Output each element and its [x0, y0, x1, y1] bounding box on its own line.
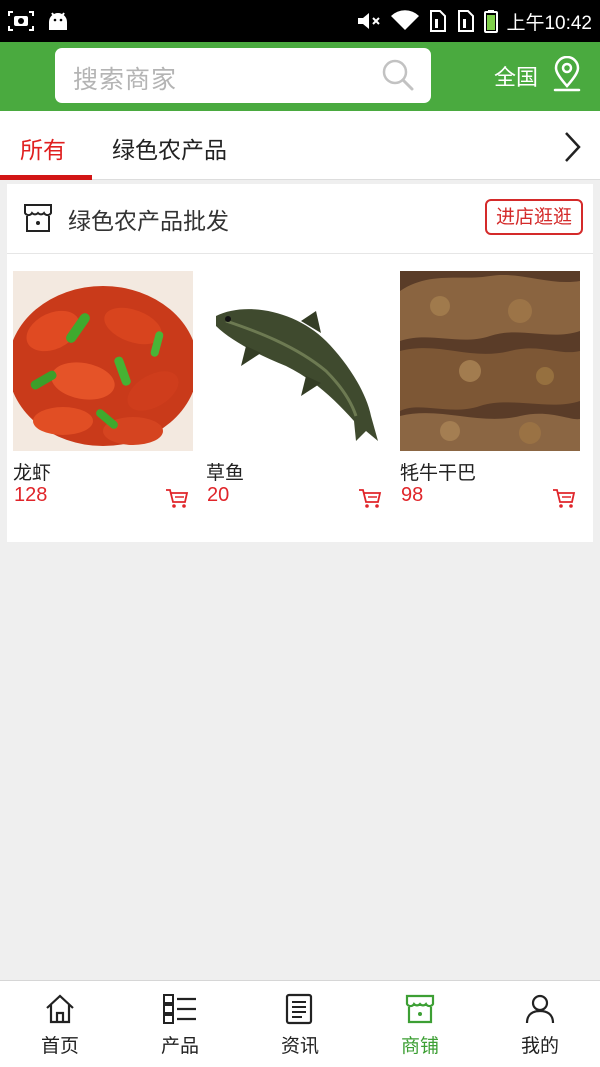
chevron-right-icon[interactable] — [562, 130, 582, 168]
product-name: 龙虾 — [13, 462, 52, 484]
enter-shop-button[interactable]: 进店逛逛 — [485, 199, 583, 235]
store-icon — [22, 202, 54, 238]
cart-icon[interactable] — [165, 488, 189, 514]
category-tabs: 所有 绿色农产品 — [0, 111, 600, 180]
nav-profile[interactable]: 我的 — [480, 981, 600, 1067]
nav-label: 商铺 — [400, 1035, 439, 1057]
product-image-crayfish[interactable] — [13, 271, 193, 451]
tab-all[interactable]: 所有 — [20, 131, 66, 165]
cart-icon[interactable] — [552, 488, 576, 514]
search-input[interactable]: 搜索商家 — [55, 48, 431, 103]
nav-label: 我的 — [520, 1035, 559, 1057]
active-tab-indicator — [0, 175, 92, 180]
bottom-nav: 首页 产品 资讯 商铺 我的 — [0, 980, 600, 1067]
nav-products[interactable]: 产品 — [120, 981, 240, 1067]
tab-green-agri[interactable]: 绿色农产品 — [112, 131, 227, 165]
status-bar: 上午10:42 — [0, 0, 600, 42]
product-price: 98 — [401, 484, 424, 506]
location-pin-icon[interactable] — [551, 55, 583, 96]
shop-card-header: 绿色农产品批发 进店逛逛 — [7, 184, 593, 254]
mute-icon — [356, 10, 382, 32]
product-price: 20 — [207, 484, 230, 506]
nav-label: 首页 — [40, 1035, 79, 1057]
product-name: 草鱼 — [206, 462, 245, 484]
user-icon — [524, 992, 556, 1026]
cart-icon[interactable] — [358, 488, 382, 514]
nav-label: 产品 — [160, 1035, 199, 1057]
wifi-icon — [390, 10, 420, 32]
sim1-icon — [428, 9, 448, 33]
product-card[interactable]: 龙虾 128 — [13, 271, 193, 511]
product-image-yak-jerky[interactable] — [400, 271, 580, 451]
product-price: 128 — [14, 484, 48, 506]
nav-news[interactable]: 资讯 — [240, 981, 360, 1067]
home-icon — [44, 992, 76, 1026]
android-icon — [46, 10, 70, 32]
search-icon[interactable] — [381, 58, 415, 96]
sim2-icon — [456, 9, 476, 33]
nav-shops[interactable]: 商铺 — [360, 981, 480, 1067]
product-card[interactable]: 牦牛干巴 98 — [400, 271, 580, 511]
news-icon — [284, 992, 316, 1026]
store-icon — [404, 992, 436, 1026]
shop-card: 绿色农产品批发 进店逛逛 龙虾 128 草鱼 20 牦牛干巴 98 — [7, 184, 593, 542]
nav-label: 资讯 — [280, 1035, 319, 1057]
product-card[interactable]: 草鱼 20 — [206, 271, 386, 511]
grid-list-icon — [162, 992, 198, 1026]
screenshot-icon — [8, 10, 34, 32]
battery-icon — [484, 9, 499, 33]
search-placeholder: 搜索商家 — [73, 65, 178, 94]
app-header: 搜索商家 全国 — [0, 42, 600, 111]
product-name: 牦牛干巴 — [400, 462, 477, 484]
status-time: 上午10:42 — [506, 12, 592, 34]
nav-home[interactable]: 首页 — [0, 981, 120, 1067]
region-selector[interactable]: 全国 — [494, 60, 538, 92]
shop-name[interactable]: 绿色农产品批发 — [68, 202, 229, 236]
product-image-grass-carp[interactable] — [206, 271, 386, 451]
